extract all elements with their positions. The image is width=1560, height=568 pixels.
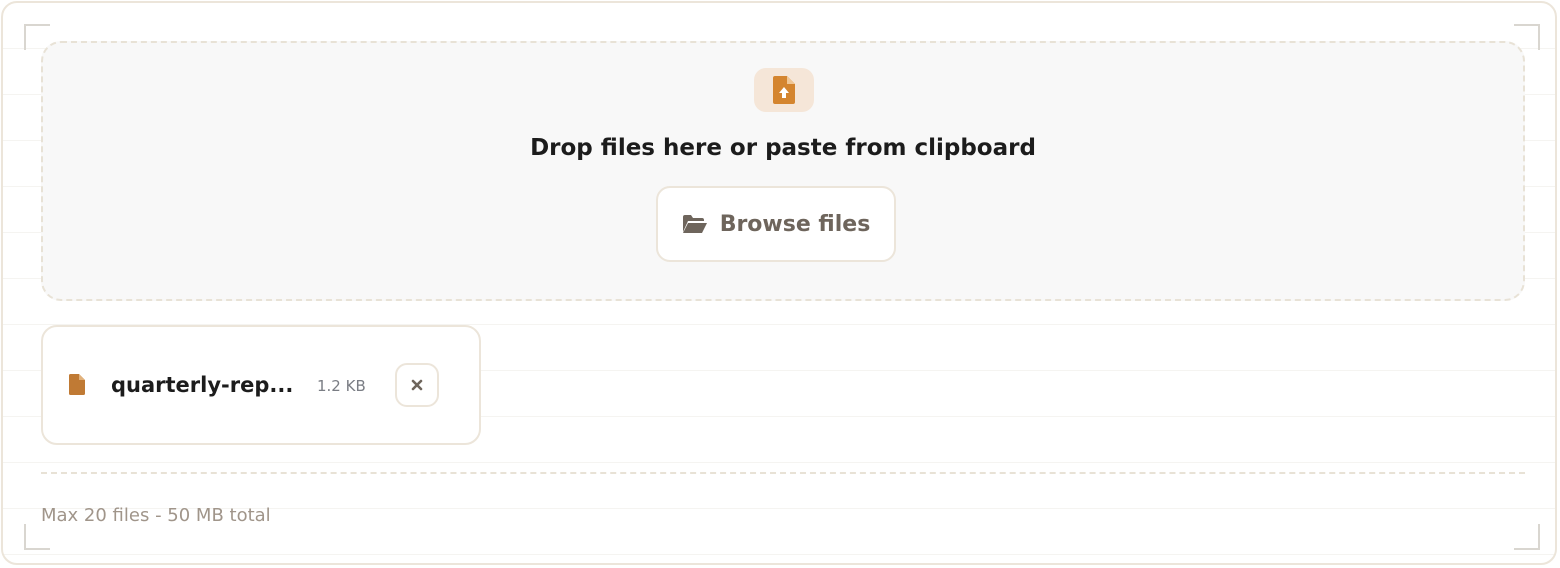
file-upload-icon [773,76,795,104]
close-icon [411,379,423,391]
dropzone-title: Drop files here or paste from clipboard [530,135,1036,161]
file-item: quarterly-rep... 1.2 KB [41,325,481,445]
browse-files-button[interactable]: Browse files [656,186,896,262]
file-icon [69,374,85,395]
file-upload-panel: Drop files here or paste from clipboard … [1,1,1557,565]
upload-badge [754,68,814,112]
panel-top-tab [155,3,273,6]
folder-open-icon [682,215,707,233]
file-name: quarterly-rep... [111,373,294,397]
browse-files-label: Browse files [719,211,871,237]
file-size: 1.2 KB [317,377,366,395]
upload-limits-note: Max 20 files - 50 MB total [41,505,271,526]
remove-file-button[interactable] [395,363,439,407]
corner-mark-bottom-left [24,524,50,550]
corner-mark-bottom-right [1514,524,1540,550]
footer-divider [41,472,1525,474]
file-dropzone[interactable]: Drop files here or paste from clipboard … [41,41,1525,301]
